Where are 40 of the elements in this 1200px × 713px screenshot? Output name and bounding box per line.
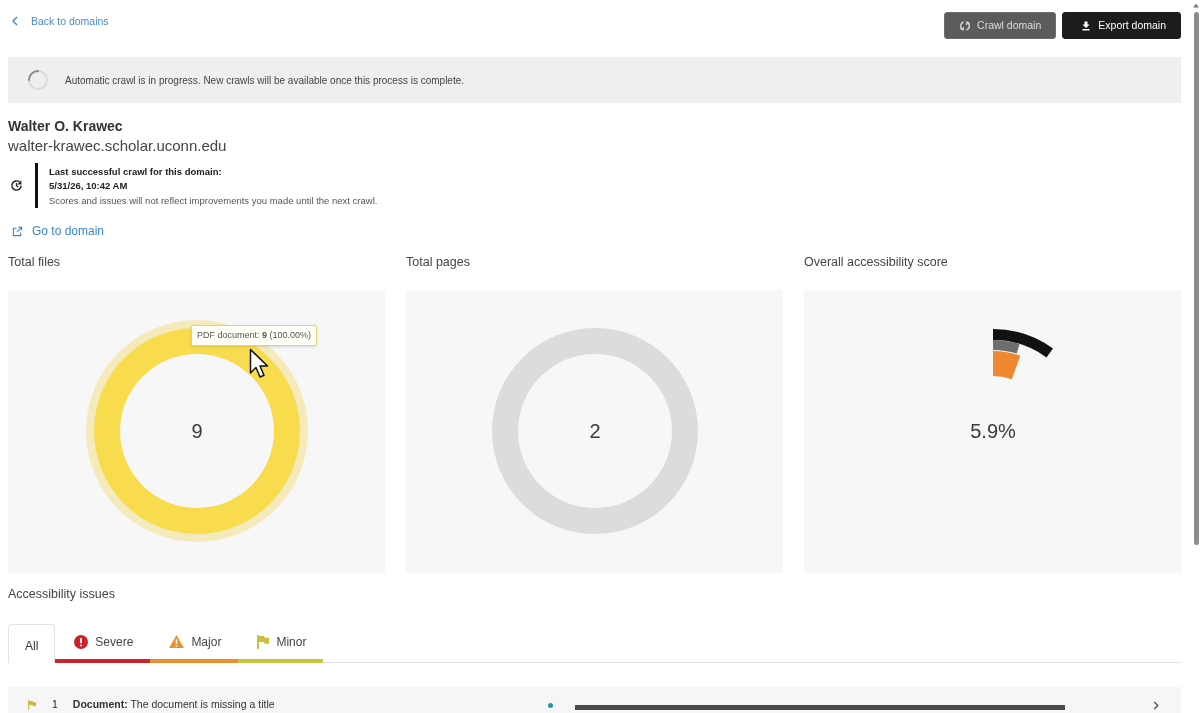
row-number: 1 [52,698,58,710]
external-link-icon [12,225,23,237]
spinner-icon [27,69,49,91]
inner-arc-segment [993,351,1021,380]
flag-icon [257,634,270,649]
scroll-up-arrow-icon[interactable] [1193,3,1199,8]
download-icon [1080,19,1093,32]
issue-description: Document: The document is missing a title [72,698,275,710]
flag-icon [28,700,36,710]
pointer-icon [249,348,269,380]
chart-tooltip: PDF document: 9 (100.00%) [191,325,318,346]
tab[interactable]: Minor [238,624,324,663]
last-crawl-date: 5/31/26, 10:42 AM [49,178,128,193]
center-value: 5.9% [970,420,1016,442]
alert-icon [74,634,89,649]
warning-icon [169,635,185,648]
center-value: 9 [191,420,203,442]
chevron-right-icon[interactable] [1153,701,1159,710]
tab[interactable]: Severe [55,624,151,663]
last-crawl-heading: Last successful crawl for this domain: [49,164,222,179]
tab[interactable]: Major [150,624,239,663]
export-button[interactable]: Export domain [1062,12,1181,39]
history-icon [10,179,23,192]
middle-arc-segment [993,340,1020,354]
domain-url: walter-krawec.scholar.uconn.edu [8,137,227,155]
stat-title: Overall accessibility score [804,255,948,269]
banner-message: Automatic crawl is in progress. New crawls will be available once this process is complete. [65,73,465,88]
chevron-left-icon [12,16,18,26]
outer-arc-segment [993,329,1053,358]
last-crawl-note: Scores and issues will not reflect improvements you made until the next crawl. [49,194,378,207]
go-to-domain-link[interactable]: Go to domain [12,224,105,238]
section-title: Accessibility issues [8,587,115,601]
stat-title: Total files [8,255,61,269]
domain-owner-name: Walter O. Krawec [8,118,123,134]
back-link[interactable]: Back to domains [12,15,109,27]
stat-title: Total pages [406,255,470,269]
refresh-icon [959,19,972,32]
scrollbar-thumb[interactable] [1194,12,1199,545]
tab[interactable]: All [8,624,56,663]
center-value: 2 [589,420,601,442]
